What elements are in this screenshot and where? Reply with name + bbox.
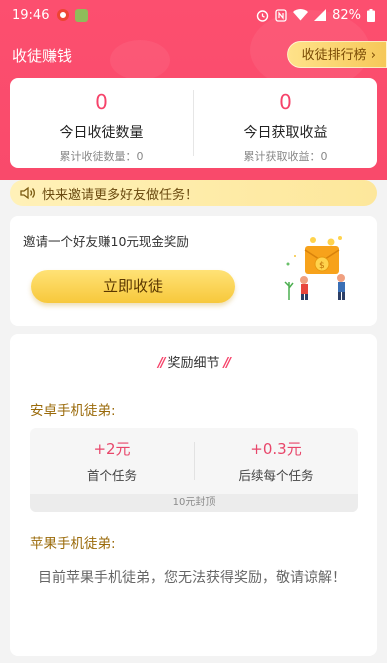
today-earnings-label: 今日获取收益 bbox=[243, 125, 328, 141]
today-apprentices-stat: 0 今日收徒数量 累计收徒数量：0 bbox=[10, 78, 193, 168]
netease-music-icon bbox=[57, 9, 70, 21]
battery-percent: 82% bbox=[332, 7, 361, 23]
battery-icon bbox=[367, 8, 375, 22]
reward-details-title: 奖励细节 bbox=[167, 356, 220, 371]
first-task-caption: 首个任务 bbox=[86, 468, 137, 483]
next-task-value: +0.3元 bbox=[250, 440, 302, 458]
first-task-value: +2元 bbox=[93, 440, 131, 458]
notice-text: 快来邀请更多好友做任务！ bbox=[42, 187, 199, 203]
nfc-icon bbox=[275, 8, 287, 22]
alarm-icon bbox=[256, 9, 269, 22]
total-earnings-label: 累计获取收益：0 bbox=[243, 150, 328, 163]
reward-cap-note: 10元封顶 bbox=[30, 494, 358, 512]
page-title: 收徒赚钱 bbox=[12, 47, 73, 65]
today-apprentices-value: 0 bbox=[95, 90, 108, 114]
ios-reward-text: 目前苹果手机徒弟，您无法获得奖励，敬请谅解！ bbox=[38, 570, 346, 586]
app-notification-icon bbox=[75, 8, 89, 22]
leaderboard-button[interactable]: 收徒排行榜 › bbox=[286, 41, 387, 68]
today-apprentices-label: 今日收徒数量 bbox=[59, 125, 144, 141]
status-time: 19:46 bbox=[12, 7, 50, 23]
speaker-icon bbox=[20, 186, 36, 200]
decor-slash-icon: // bbox=[157, 356, 165, 371]
signal-icon bbox=[314, 9, 327, 21]
today-earnings-stat: 0 今日获取收益 累计获取收益：0 bbox=[194, 78, 377, 168]
today-earnings-value: 0 bbox=[279, 90, 292, 114]
reward-details-heading: //奖励细节// bbox=[10, 352, 377, 371]
invite-now-button[interactable]: 立即收徒 bbox=[31, 270, 235, 303]
android-reward-box: +2元 首个任务 +0.3元 后续每个任务 10元封顶 bbox=[30, 428, 358, 512]
invite-illustration: $ bbox=[284, 236, 345, 300]
first-task-reward: +2元 首个任务 bbox=[30, 438, 194, 484]
ios-section-title: 苹果手机徒弟: bbox=[30, 536, 116, 552]
next-task-reward: +0.3元 后续每个任务 bbox=[194, 438, 358, 484]
notice-banner: 快来邀请更多好友做任务！ bbox=[10, 180, 377, 206]
svg-text:$: $ bbox=[319, 261, 325, 271]
stats-card: 0 今日收徒数量 累计收徒数量：0 0 今日获取收益 累计获取收益：0 bbox=[10, 78, 377, 168]
invite-description: 邀请一个好友赚10元现金奖励 bbox=[23, 234, 189, 249]
status-bar: 19:46 82% bbox=[0, 0, 387, 30]
top-bar: 收徒赚钱 收徒排行榜 › bbox=[0, 38, 387, 70]
decor-slash-icon: // bbox=[223, 356, 231, 371]
wifi-icon bbox=[293, 9, 309, 21]
android-section-title: 安卓手机徒弟: bbox=[30, 403, 116, 419]
next-task-caption: 后续每个任务 bbox=[238, 468, 314, 483]
reward-details-card: //奖励细节// 安卓手机徒弟: +2元 首个任务 +0.3元 后续每个任务 1… bbox=[10, 334, 377, 656]
total-apprentices-label: 累计收徒数量：0 bbox=[59, 150, 144, 163]
invite-card: 邀请一个好友赚10元现金奖励 立即收徒 $ bbox=[10, 216, 377, 326]
